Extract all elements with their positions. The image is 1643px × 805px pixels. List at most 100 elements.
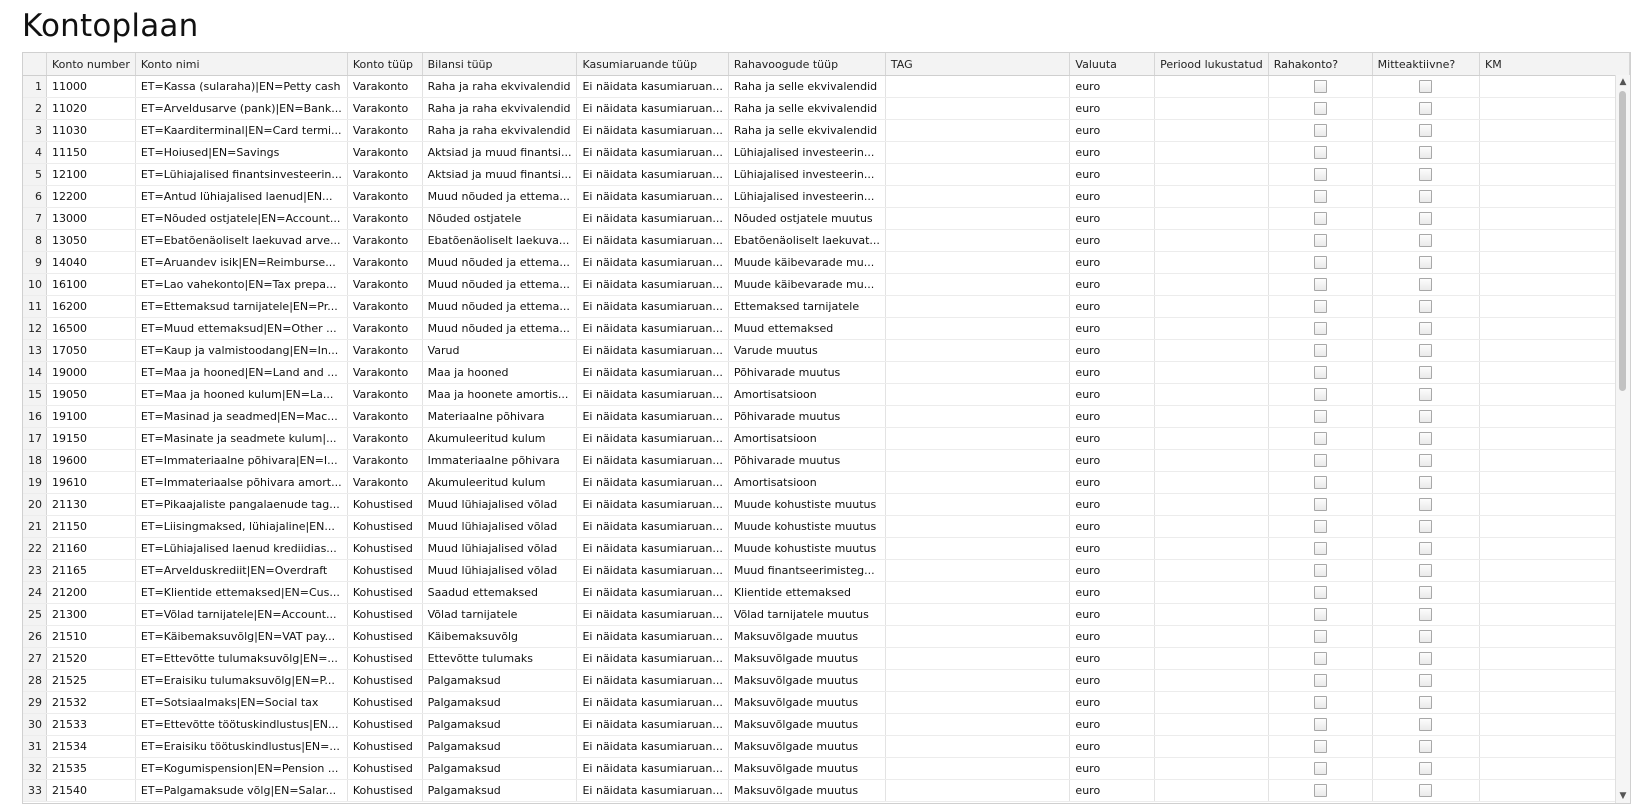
vat-cell[interactable] bbox=[1479, 273, 1630, 296]
col-header-tag[interactable]: TAG bbox=[885, 53, 1071, 76]
inactive-cell[interactable] bbox=[1372, 735, 1481, 758]
cashflow-type-cell[interactable]: Põhivarade muutus bbox=[728, 449, 886, 472]
cashflow-type-cell[interactable]: Klientide ettemaksed bbox=[728, 581, 886, 604]
cash-account-cell[interactable] bbox=[1268, 735, 1373, 758]
currency-cell[interactable]: euro bbox=[1069, 691, 1156, 714]
period-locked-cell[interactable] bbox=[1154, 251, 1269, 274]
inactive-checkbox[interactable] bbox=[1419, 146, 1433, 160]
account-number-cell[interactable]: 16100 bbox=[46, 273, 136, 296]
account-number-cell[interactable]: 21150 bbox=[46, 515, 136, 538]
account-type-cell[interactable]: Varakonto bbox=[347, 119, 423, 142]
tag-cell[interactable] bbox=[885, 581, 1071, 604]
table-row[interactable]: 23 21165 ET=Arvelduskrediit|EN=Overdraft Ko… bbox=[23, 559, 1630, 582]
account-number-cell[interactable]: 13050 bbox=[46, 229, 136, 252]
account-name-cell[interactable]: ET=Pikaajaliste pangalaenude tag... bbox=[135, 493, 348, 516]
currency-cell[interactable]: euro bbox=[1069, 669, 1156, 692]
currency-cell[interactable]: euro bbox=[1069, 97, 1156, 120]
cash-account-cell[interactable] bbox=[1268, 647, 1373, 670]
balance-type-cell[interactable]: Muud lühiajalised võlad bbox=[422, 515, 578, 538]
balance-type-cell[interactable]: Muud nõuded ja ettema... bbox=[422, 295, 578, 318]
inactive-cell[interactable] bbox=[1372, 427, 1481, 450]
cashflow-type-cell[interactable]: Amortisatsioon bbox=[728, 383, 886, 406]
balance-type-cell[interactable]: Raha ja raha ekvivalendid bbox=[422, 75, 578, 98]
income-type-cell[interactable]: Ei näidata kasumiaruan... bbox=[576, 603, 729, 626]
income-type-cell[interactable]: Ei näidata kasumiaruan... bbox=[576, 537, 729, 560]
inactive-cell[interactable] bbox=[1372, 713, 1481, 736]
currency-cell[interactable]: euro bbox=[1069, 537, 1156, 560]
table-row[interactable]: 24 21200 ET=Klientide ettemaksed|EN=Cus...… bbox=[23, 581, 1630, 604]
inactive-checkbox[interactable] bbox=[1419, 696, 1433, 710]
inactive-checkbox[interactable] bbox=[1419, 102, 1433, 116]
balance-type-cell[interactable]: Akumuleeritud kulum bbox=[422, 427, 578, 450]
vat-cell[interactable] bbox=[1479, 735, 1630, 758]
period-locked-cell[interactable] bbox=[1154, 713, 1269, 736]
cash-account-checkbox[interactable] bbox=[1313, 146, 1327, 160]
vat-cell[interactable] bbox=[1479, 669, 1630, 692]
account-type-cell[interactable]: Varakonto bbox=[347, 317, 423, 340]
balance-type-cell[interactable]: Muud lühiajalised võlad bbox=[422, 537, 578, 560]
table-row[interactable]: 4 11150 ET=Hoiused|EN=Savings Varakonto Akts… bbox=[23, 141, 1630, 164]
tag-cell[interactable] bbox=[885, 163, 1071, 186]
cash-account-checkbox[interactable] bbox=[1313, 80, 1327, 94]
vat-cell[interactable] bbox=[1479, 537, 1630, 560]
col-header-bilansi-tyyp[interactable]: Bilansi tüüp bbox=[422, 53, 578, 76]
cash-account-checkbox[interactable] bbox=[1313, 168, 1327, 182]
account-type-cell[interactable]: Varakonto bbox=[347, 207, 423, 230]
account-number-cell[interactable]: 11020 bbox=[46, 97, 136, 120]
period-locked-cell[interactable] bbox=[1154, 757, 1269, 780]
inactive-checkbox[interactable] bbox=[1419, 520, 1433, 534]
balance-type-cell[interactable]: Aktsiad ja muud finantsi... bbox=[422, 163, 578, 186]
cash-account-cell[interactable] bbox=[1268, 757, 1373, 780]
income-type-cell[interactable]: Ei näidata kasumiaruan... bbox=[576, 163, 729, 186]
vat-cell[interactable] bbox=[1479, 141, 1630, 164]
cash-account-checkbox[interactable] bbox=[1313, 652, 1327, 666]
inactive-cell[interactable] bbox=[1372, 559, 1481, 582]
tag-cell[interactable] bbox=[885, 757, 1071, 780]
account-name-cell[interactable]: ET=Käibemaksuvõlg|EN=VAT pay... bbox=[135, 625, 348, 648]
tag-cell[interactable] bbox=[885, 207, 1071, 230]
tag-cell[interactable] bbox=[885, 75, 1071, 98]
table-row[interactable]: 21 21150 ET=Liisingmaksed, lühiajaline|EN.… bbox=[23, 515, 1630, 538]
income-type-cell[interactable]: Ei näidata kasumiaruan... bbox=[576, 207, 729, 230]
account-number-cell[interactable]: 14040 bbox=[46, 251, 136, 274]
account-number-cell[interactable]: 21130 bbox=[46, 493, 136, 516]
currency-cell[interactable]: euro bbox=[1069, 405, 1156, 428]
account-number-cell[interactable]: 13000 bbox=[46, 207, 136, 230]
inactive-checkbox[interactable] bbox=[1419, 300, 1433, 314]
income-type-cell[interactable]: Ei näidata kasumiaruan... bbox=[576, 515, 729, 538]
period-locked-cell[interactable] bbox=[1154, 317, 1269, 340]
inactive-cell[interactable] bbox=[1372, 493, 1481, 516]
inactive-checkbox[interactable] bbox=[1419, 498, 1433, 512]
cashflow-type-cell[interactable]: Raha ja selle ekvivalendid bbox=[728, 75, 886, 98]
account-number-cell[interactable]: 21165 bbox=[46, 559, 136, 582]
table-row[interactable]: 28 21525 ET=Eraisiku tulumaksuvõlg|EN=P...… bbox=[23, 669, 1630, 692]
cash-account-checkbox[interactable] bbox=[1313, 278, 1327, 292]
account-number-cell[interactable]: 21160 bbox=[46, 537, 136, 560]
account-type-cell[interactable]: Varakonto bbox=[347, 295, 423, 318]
col-header-konto-number[interactable]: Konto number bbox=[46, 53, 136, 76]
account-number-cell[interactable]: 21300 bbox=[46, 603, 136, 626]
account-type-cell[interactable]: Kohustised bbox=[347, 691, 423, 714]
currency-cell[interactable]: euro bbox=[1069, 449, 1156, 472]
cash-account-checkbox[interactable] bbox=[1313, 498, 1327, 512]
vat-cell[interactable] bbox=[1479, 317, 1630, 340]
inactive-cell[interactable] bbox=[1372, 295, 1481, 318]
cashflow-type-cell[interactable]: Maksuvõlgade muutus bbox=[728, 757, 886, 780]
income-type-cell[interactable]: Ei näidata kasumiaruan... bbox=[576, 383, 729, 406]
tag-cell[interactable] bbox=[885, 119, 1071, 142]
currency-cell[interactable]: euro bbox=[1069, 779, 1156, 802]
income-type-cell[interactable]: Ei näidata kasumiaruan... bbox=[576, 647, 729, 670]
cash-account-checkbox[interactable] bbox=[1313, 564, 1327, 578]
cash-account-cell[interactable] bbox=[1268, 207, 1373, 230]
account-name-cell[interactable]: ET=Masinate ja seadmete kulum|... bbox=[135, 427, 348, 450]
account-name-cell[interactable]: ET=Muud ettemaksud|EN=Other ... bbox=[135, 317, 348, 340]
account-type-cell[interactable]: Kohustised bbox=[347, 735, 423, 758]
inactive-checkbox[interactable] bbox=[1419, 718, 1433, 732]
account-number-cell[interactable]: 19000 bbox=[46, 361, 136, 384]
inactive-cell[interactable] bbox=[1372, 229, 1481, 252]
cash-account-cell[interactable] bbox=[1268, 669, 1373, 692]
account-type-cell[interactable]: Kohustised bbox=[347, 669, 423, 692]
cash-account-checkbox[interactable] bbox=[1313, 696, 1327, 710]
period-locked-cell[interactable] bbox=[1154, 691, 1269, 714]
cash-account-cell[interactable] bbox=[1268, 185, 1373, 208]
